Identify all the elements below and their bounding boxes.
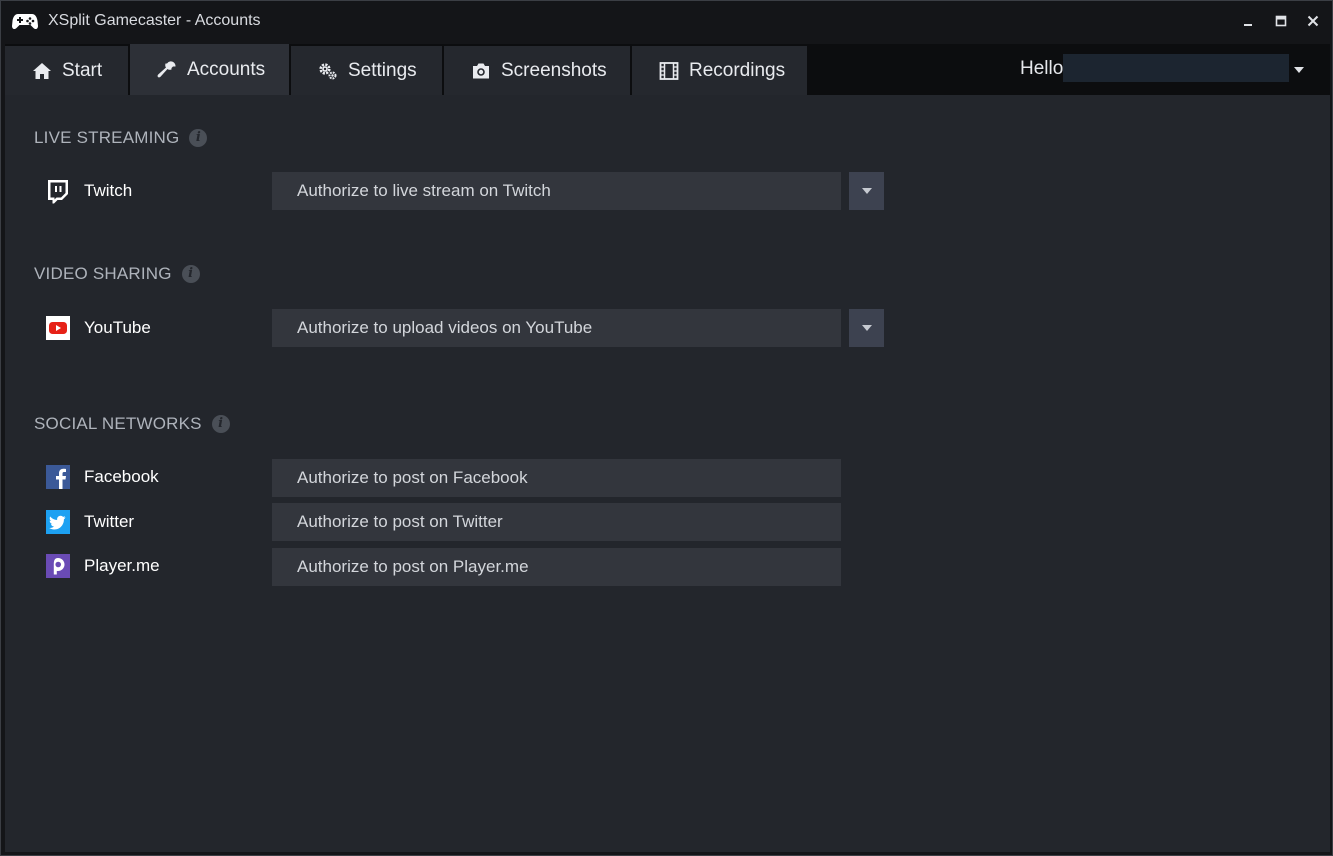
tab-settings[interactable]: Settings — [291, 46, 443, 95]
service-name-twitch: Twitch — [84, 181, 133, 200]
tab-start[interactable]: Start — [5, 46, 129, 95]
section-video-sharing: VIDEO SHARING i — [34, 263, 200, 285]
gamepad-icon — [12, 11, 38, 31]
user-name-redacted — [1063, 54, 1289, 82]
close-button[interactable] — [1303, 11, 1323, 31]
camera-icon — [471, 61, 491, 81]
section-title: LIVE STREAMING — [34, 128, 180, 147]
service-name-facebook: Facebook — [84, 467, 159, 486]
info-icon[interactable]: i — [181, 265, 200, 283]
tab-label: Start — [62, 59, 103, 81]
service-name-twitter: Twitter — [84, 512, 135, 531]
authorize-twitter-button[interactable]: Authorize to post on Twitter — [272, 503, 841, 541]
chevron-down-icon — [861, 188, 872, 194]
facebook-icon — [45, 464, 71, 490]
authorize-facebook-button[interactable]: Authorize to post on Facebook — [272, 459, 841, 497]
title-bar[interactable]: XSplit Gamecaster - Accounts — [1, 1, 1332, 41]
twitch-options-dropdown[interactable] — [849, 172, 884, 210]
close-icon — [1307, 15, 1319, 27]
home-icon — [32, 61, 52, 81]
tab-label: Recordings — [689, 59, 786, 81]
youtube-options-dropdown[interactable] — [849, 309, 884, 347]
tab-screenshots[interactable]: Screenshots — [444, 46, 631, 95]
tab-bar: Start Accounts Settings Screenshots Reco… — [5, 44, 1330, 95]
service-name-playerme: Player.me — [84, 556, 160, 575]
authorize-youtube-button[interactable]: Authorize to upload videos on YouTube — [272, 309, 841, 347]
section-title: SOCIAL NETWORKS — [34, 414, 202, 433]
user-greeting: Hello — [1020, 58, 1064, 79]
twitter-icon — [45, 509, 71, 535]
twitch-icon — [45, 178, 71, 204]
section-social-networks: SOCIAL NETWORKS i — [34, 413, 230, 435]
playerme-icon — [45, 553, 71, 579]
gears-icon — [318, 61, 338, 81]
service-name-youtube: YouTube — [84, 318, 151, 337]
tab-label: Screenshots — [501, 59, 607, 81]
minimize-icon — [1244, 24, 1252, 26]
section-title: VIDEO SHARING — [34, 264, 172, 283]
tab-label: Settings — [348, 59, 417, 81]
maximize-button[interactable] — [1271, 11, 1291, 31]
info-icon[interactable]: i — [189, 129, 208, 147]
user-menu-chevron-down-icon[interactable] — [1293, 62, 1305, 73]
minimize-button[interactable] — [1239, 11, 1259, 31]
tab-recordings[interactable]: Recordings — [632, 46, 808, 95]
tab-label: Accounts — [187, 58, 266, 80]
accounts-panel: LIVE STREAMING i Twitch Authorize to liv… — [5, 95, 1330, 852]
app-window: XSplit Gamecaster - Accounts Start Accou… — [0, 0, 1333, 856]
maximize-icon — [1275, 15, 1287, 27]
authorize-twitch-button[interactable]: Authorize to live stream on Twitch — [272, 172, 841, 210]
window-title: XSplit Gamecaster - Accounts — [48, 12, 261, 29]
youtube-icon — [45, 315, 71, 341]
info-icon[interactable]: i — [211, 415, 230, 433]
tab-accounts[interactable]: Accounts — [130, 44, 290, 95]
film-icon — [659, 61, 679, 81]
chevron-down-icon — [861, 325, 872, 331]
section-live-streaming: LIVE STREAMING i — [34, 127, 208, 149]
authorize-playerme-button[interactable]: Authorize to post on Player.me — [272, 548, 841, 586]
wrench-icon — [157, 60, 177, 80]
